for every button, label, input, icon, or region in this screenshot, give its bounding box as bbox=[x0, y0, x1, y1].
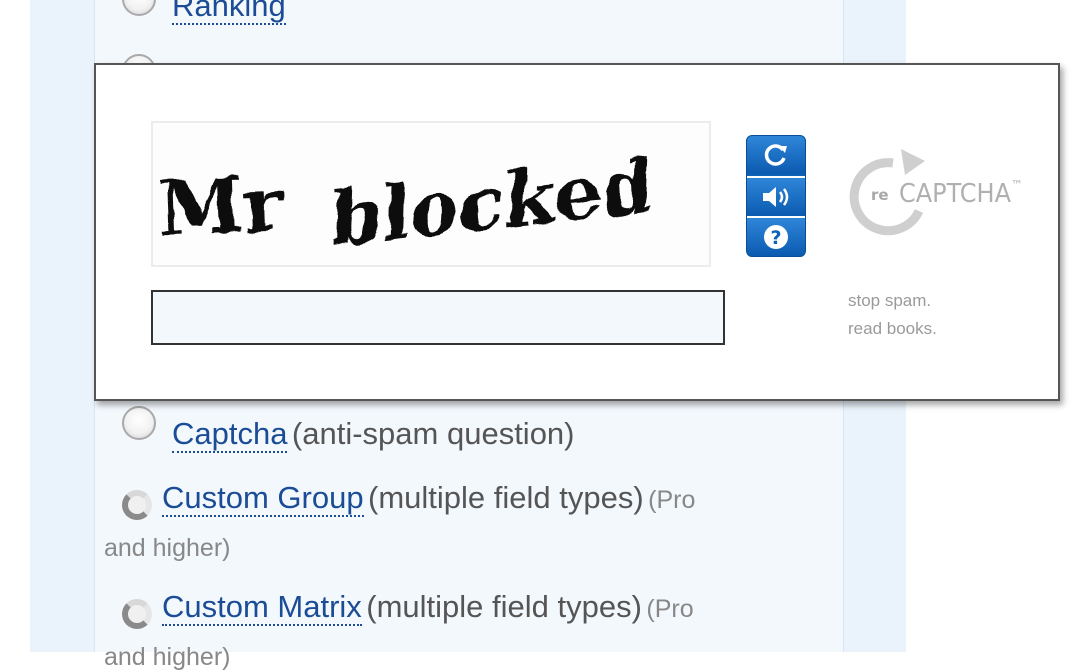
option-custom-group-link[interactable]: Custom Group bbox=[162, 480, 364, 517]
recaptcha-arrow-icon: re CAPTCHA ™ bbox=[849, 149, 1023, 236]
recaptcha-widget: Mr blocked ? re CAPTCHA ™ stop spam. rea… bbox=[94, 63, 1060, 401]
option-custom-group-tier: (Pro bbox=[648, 486, 696, 514]
option-custom-matrix-link[interactable]: Custom Matrix bbox=[162, 589, 362, 626]
audio-challenge-button[interactable] bbox=[747, 176, 805, 216]
option-custom-matrix-desc: (multiple field types) bbox=[366, 589, 642, 624]
svg-text:?: ? bbox=[770, 227, 781, 249]
option-custom-group-desc: (multiple field types) bbox=[368, 480, 644, 515]
captcha-response-input[interactable] bbox=[151, 290, 725, 345]
svg-text:™: ™ bbox=[1011, 178, 1023, 192]
loading-spinner-icon bbox=[122, 490, 152, 520]
captcha-challenge-image: Mr blocked bbox=[151, 121, 711, 267]
recaptcha-logo: re CAPTCHA ™ bbox=[841, 145, 1031, 250]
captcha-controls: ? bbox=[746, 135, 806, 257]
option-custom-matrix-tier-cont: and higher) bbox=[104, 643, 231, 671]
svg-text:re: re bbox=[871, 186, 889, 204]
captcha-word-1: Mr bbox=[157, 160, 285, 253]
option-ranking[interactable]: Ranking bbox=[172, 0, 286, 25]
option-captcha-desc: (anti-spam question) bbox=[291, 416, 575, 451]
help-icon: ? bbox=[764, 225, 788, 249]
tagline-line-2: read books. bbox=[848, 319, 937, 338]
svg-text:CAPTCHA: CAPTCHA bbox=[899, 179, 1011, 209]
reload-challenge-button[interactable] bbox=[747, 136, 805, 174]
radio-captcha[interactable] bbox=[122, 406, 156, 440]
refresh-icon bbox=[764, 144, 787, 166]
option-custom-matrix[interactable]: Custom Matrix (multiple field types) (Pr… bbox=[162, 589, 694, 626]
option-custom-group[interactable]: Custom Group (multiple field types) (Pro bbox=[162, 480, 696, 517]
audio-icon bbox=[763, 187, 789, 207]
option-custom-matrix-tier: (Pro bbox=[646, 595, 694, 623]
option-captcha[interactable]: Captcha (anti-spam question) bbox=[172, 416, 575, 453]
option-captcha-link[interactable]: Captcha bbox=[172, 416, 288, 453]
captcha-distorted-text: Mr blocked bbox=[157, 141, 655, 263]
captcha-word-2: blocked bbox=[329, 141, 655, 263]
help-button[interactable]: ? bbox=[747, 216, 805, 256]
option-custom-group-tier-cont: and higher) bbox=[104, 534, 231, 562]
loading-spinner-icon bbox=[122, 599, 152, 629]
option-ranking-link[interactable]: Ranking bbox=[172, 0, 286, 25]
recaptcha-tagline: stop spam. read books. bbox=[848, 287, 937, 343]
tagline-line-1: stop spam. bbox=[848, 291, 932, 310]
